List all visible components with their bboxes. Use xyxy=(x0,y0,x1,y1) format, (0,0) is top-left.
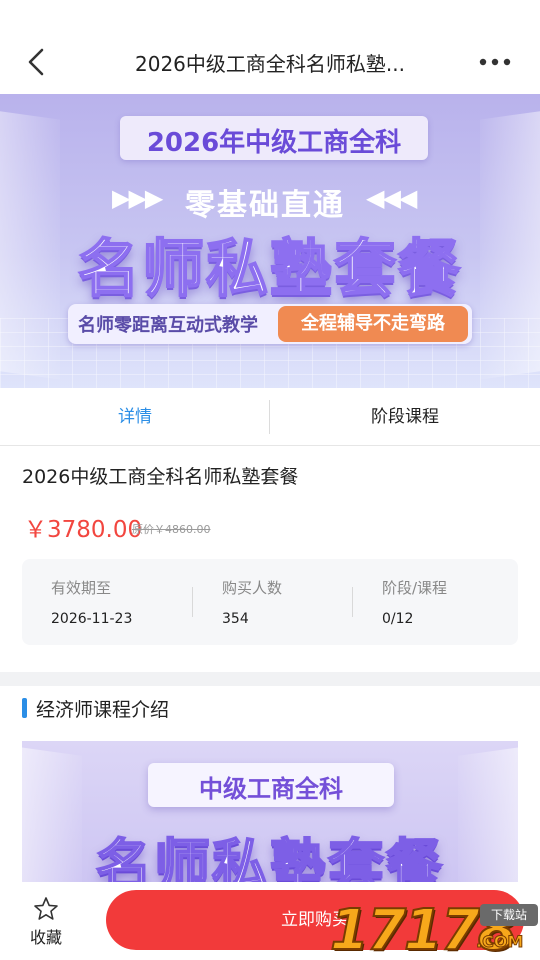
tab-bar: 详情 阶段课程 xyxy=(0,388,540,446)
favorite-label: 收藏 xyxy=(29,928,62,947)
star-outline-icon xyxy=(34,897,58,920)
banner-arrows-right: ◀◀◀ xyxy=(366,184,417,212)
stat-value: 354 xyxy=(222,611,249,627)
section-accent-bar xyxy=(22,698,27,718)
banner-pill-left-text: 名师零距离互动式教学 xyxy=(78,315,258,336)
bottom-action-bar: 收藏 立即购买 xyxy=(0,882,540,960)
stat-label: 阶段/课程 xyxy=(382,579,448,597)
stat-value: 2026-11-23 xyxy=(51,611,133,627)
banner-year-title: 2026年中级工商全科 xyxy=(146,128,402,158)
banner-pill-right-badge: 全程辅导不走弯路 xyxy=(278,306,468,342)
section-title: 经济师课程介绍 xyxy=(36,699,170,721)
stat-label: 有效期至 xyxy=(51,579,112,597)
more-dots-icon[interactable] xyxy=(478,52,512,72)
page-title: 2026中级工商全科名师私塾... xyxy=(135,52,405,76)
stat-divider xyxy=(352,587,353,617)
course-intro-image: 中级工商全科 名师私塾套餐 xyxy=(22,741,518,901)
stat-value: 0/12 xyxy=(382,611,414,627)
chevron-left-icon[interactable] xyxy=(24,44,52,80)
product-title: 2026中级工商全科名师私塾套餐 xyxy=(22,466,299,488)
header: 2026中级工商全科名师私塾... xyxy=(0,0,540,94)
current-price: ￥3780.00 xyxy=(24,517,143,543)
banner-main-title: 名师私塾套餐 xyxy=(77,231,462,306)
banner-arrows-left: ▶▶▶ xyxy=(112,184,163,212)
course-banner: 2026年中级工商全科 ▶▶▶ 零基础直通 ◀◀◀ 名师私塾套餐 名师零距离互动… xyxy=(0,94,540,388)
original-price: 原价￥4860.00 xyxy=(132,523,211,536)
section-gap xyxy=(0,672,540,686)
tab-details[interactable]: 详情 xyxy=(0,388,270,446)
favorite-button[interactable]: 收藏 xyxy=(20,896,72,952)
stat-label: 购买人数 xyxy=(222,579,283,597)
tab-stage-courses[interactable]: 阶段课程 xyxy=(270,388,540,446)
buy-now-button[interactable]: 立即购买 xyxy=(106,890,524,950)
stat-divider xyxy=(192,587,193,617)
stats-card: 有效期至 2026-11-23 购买人数 354 阶段/课程 0/12 xyxy=(22,559,518,645)
intro-subtitle: 中级工商全科 xyxy=(199,775,343,803)
